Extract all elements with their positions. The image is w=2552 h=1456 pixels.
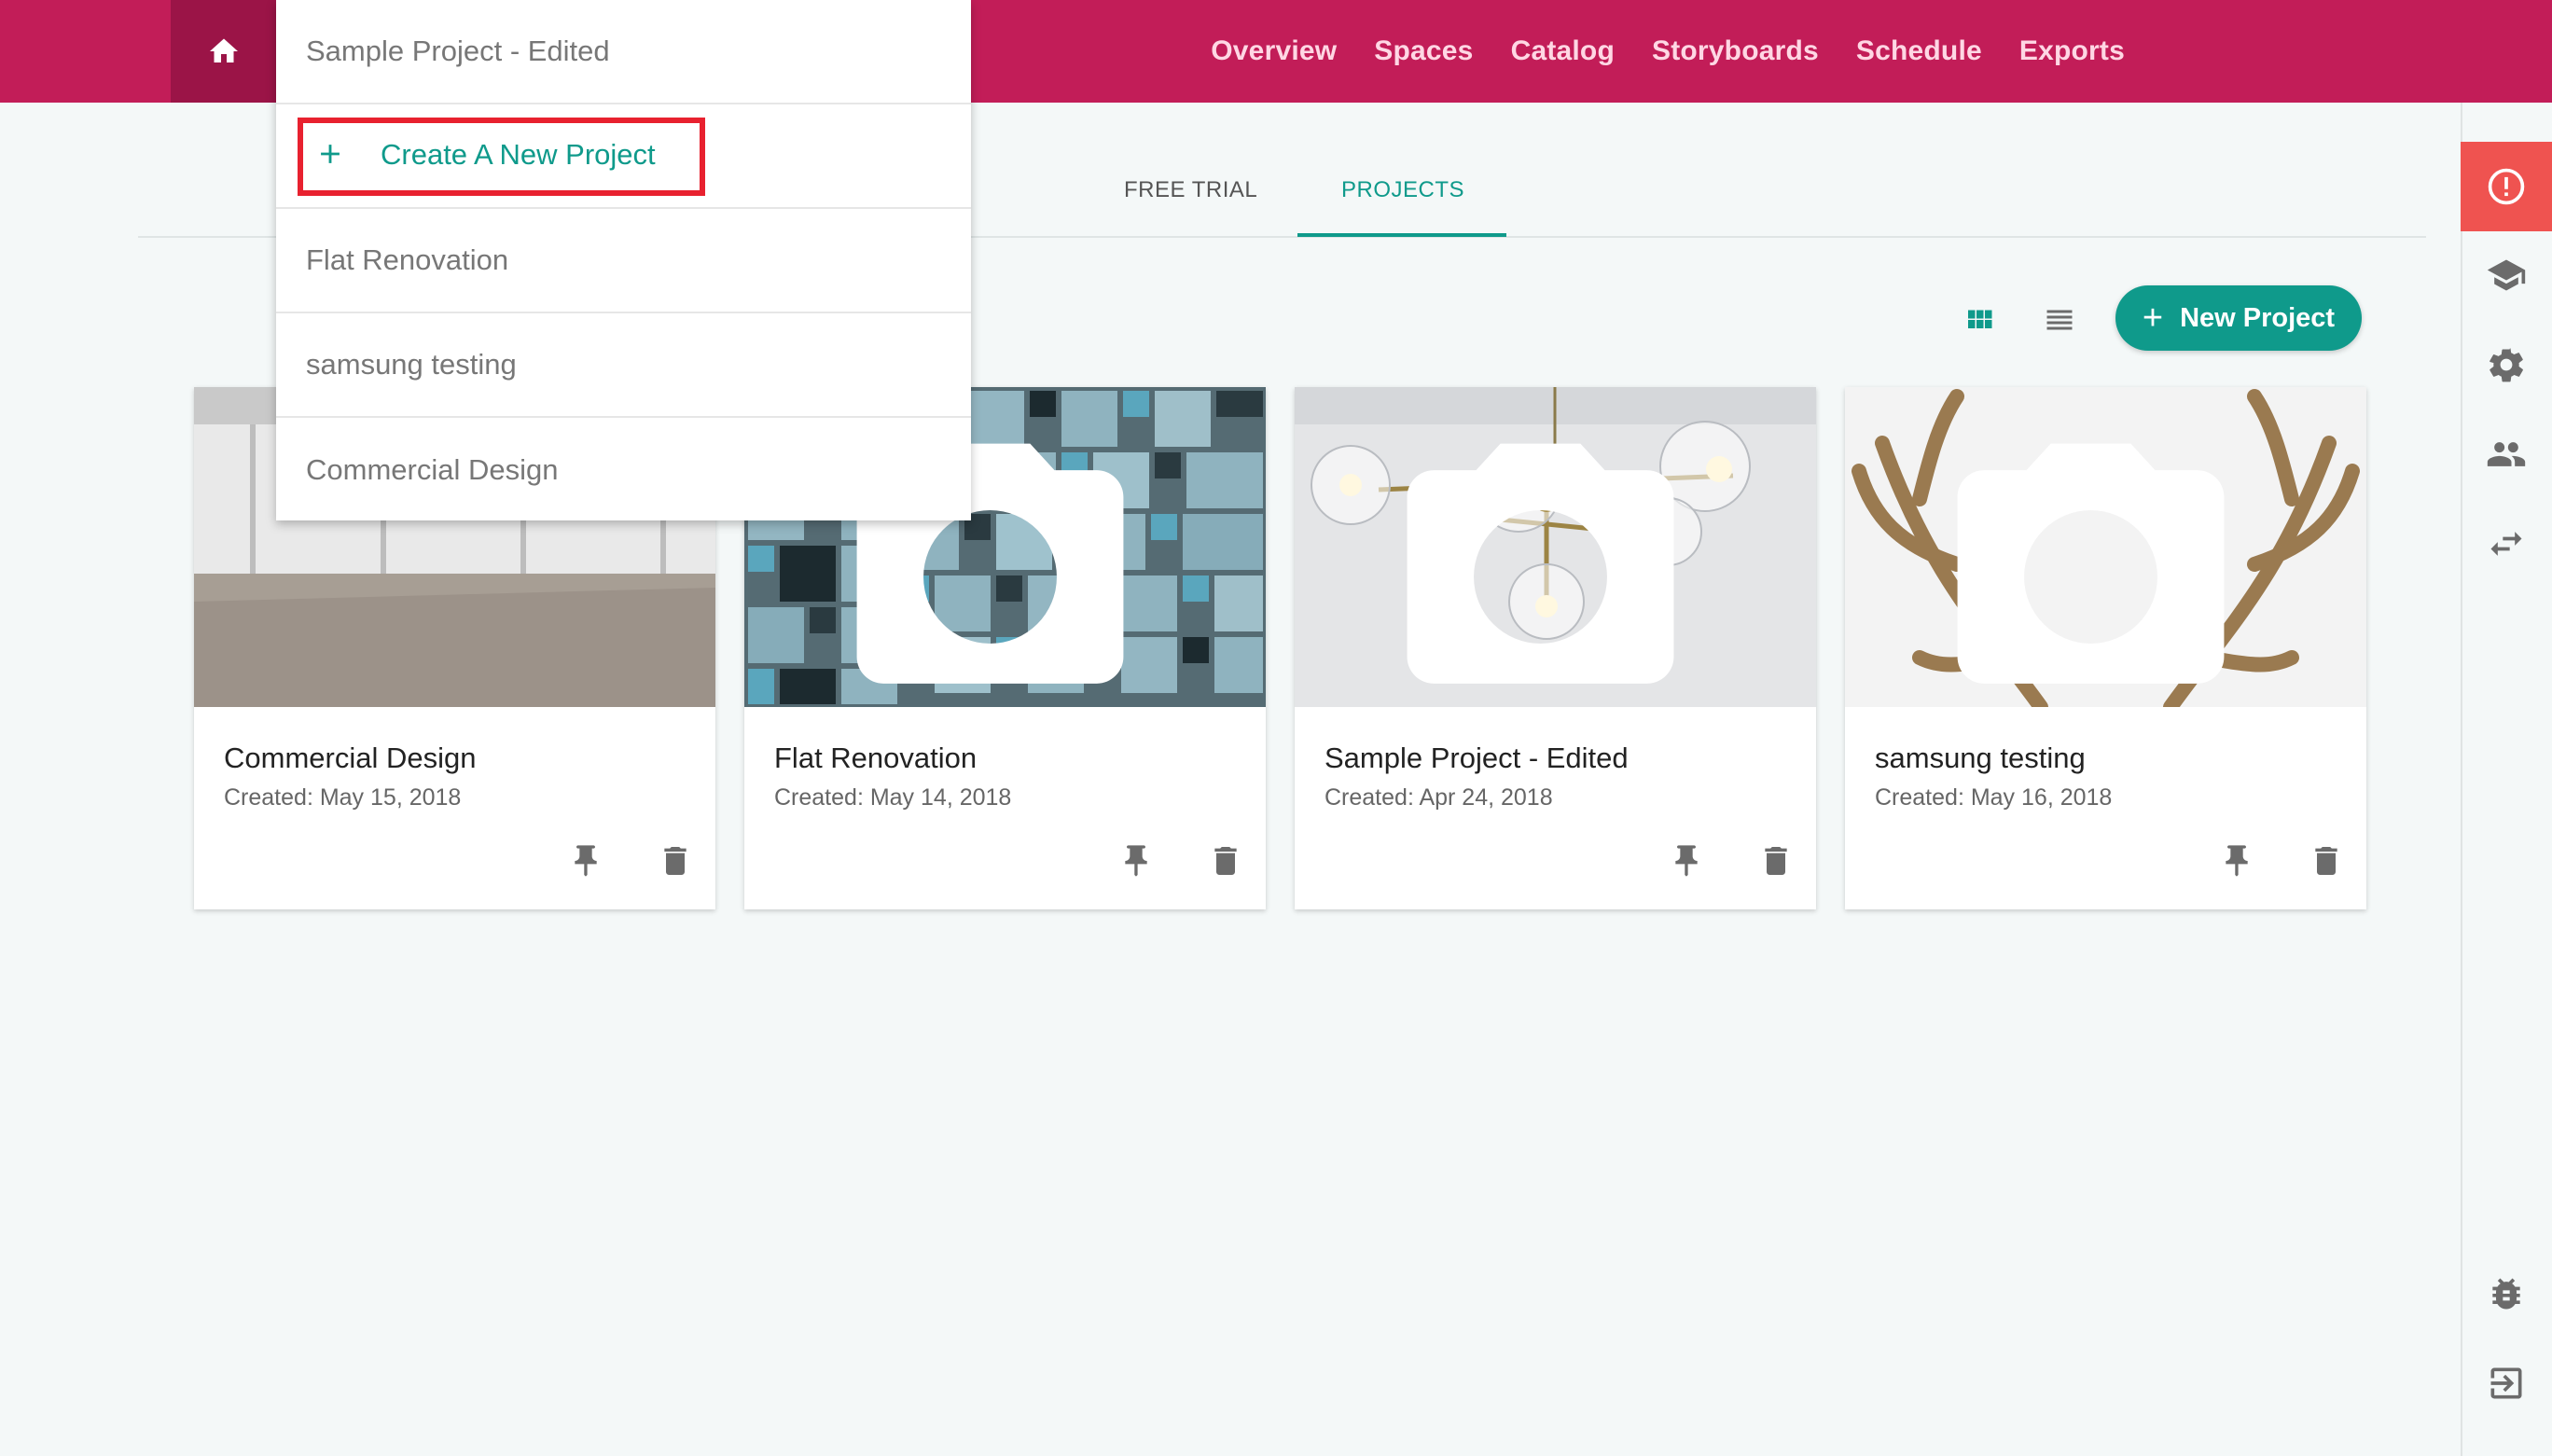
- plus-icon: +: [2142, 298, 2164, 338]
- tab-projects[interactable]: PROJECTS: [1341, 177, 1464, 203]
- pin-icon[interactable]: [1668, 842, 1705, 880]
- home-button[interactable]: [171, 0, 276, 103]
- project-card[interactable]: samsung testing Created: May 16, 2018: [1845, 387, 2366, 909]
- home-icon: [209, 38, 238, 62]
- dropdown-item-label: Commercial Design: [306, 453, 559, 486]
- card-title: Flat Renovation: [774, 742, 978, 774]
- camera-icon[interactable]: [1295, 417, 1801, 707]
- pin-icon[interactable]: [2218, 842, 2255, 880]
- main-nav: Overview Spaces Catalog Storyboards Sche…: [1173, 0, 2125, 103]
- report-bug-button[interactable]: [2481, 1269, 2531, 1319]
- nav-spaces[interactable]: Spaces: [1374, 35, 1473, 67]
- dropdown-current-project[interactable]: Sample Project - Edited: [276, 0, 971, 104]
- card-date: Created: May 15, 2018: [224, 784, 462, 811]
- tab-free-trial[interactable]: FREE TRIAL: [1124, 177, 1257, 203]
- new-project-button[interactable]: + New Project: [2115, 285, 2362, 351]
- bug-icon: [2492, 1278, 2520, 1310]
- current-project-label: Sample Project - Edited: [306, 35, 610, 67]
- card-title: Commercial Design: [224, 742, 477, 774]
- trash-icon[interactable]: [1757, 842, 1795, 880]
- nav-storyboards[interactable]: Storyboards: [1652, 35, 1819, 67]
- plus-icon: [321, 145, 340, 163]
- nav-overview[interactable]: Overview: [1211, 35, 1337, 67]
- antlers-photo: [1845, 387, 2366, 707]
- trash-icon[interactable]: [657, 842, 694, 880]
- swap-icon: [2490, 532, 2522, 556]
- camera-icon[interactable]: [1845, 417, 2351, 707]
- card-date: Created: May 14, 2018: [774, 784, 1012, 811]
- tutorials-button[interactable]: [2481, 250, 2531, 300]
- dropdown-item-label: samsung testing: [306, 348, 517, 381]
- alert-icon: [2488, 168, 2525, 205]
- pin-icon[interactable]: [1117, 842, 1155, 880]
- logout-icon: [2490, 1367, 2522, 1399]
- nav-exports[interactable]: Exports: [2019, 35, 2125, 67]
- people-icon: [2487, 442, 2526, 466]
- alert-button[interactable]: [2461, 142, 2552, 231]
- team-button[interactable]: [2481, 429, 2531, 479]
- nav-catalog[interactable]: Catalog: [1511, 35, 1615, 67]
- new-project-label: New Project: [2180, 302, 2336, 333]
- create-new-project-label: Create A New Project: [381, 138, 656, 171]
- pin-icon[interactable]: [567, 842, 604, 880]
- list-view-icon[interactable]: [2043, 303, 2076, 337]
- gear-icon: [2490, 348, 2523, 382]
- project-card[interactable]: Sample Project - Edited Created: Apr 24,…: [1295, 387, 1816, 909]
- dropdown-item-flat-renovation[interactable]: Flat Renovation: [276, 209, 971, 313]
- dropdown-item-commercial-design[interactable]: Commercial Design: [276, 418, 971, 522]
- card-date: Created: May 16, 2018: [1875, 784, 2113, 811]
- settings-button[interactable]: [2481, 340, 2531, 390]
- right-sidebar: [2461, 103, 2552, 1456]
- project-dropdown: Sample Project - Edited Flat Renovation …: [276, 0, 971, 520]
- card-title: Sample Project - Edited: [1325, 742, 1629, 774]
- card-date: Created: Apr 24, 2018: [1325, 784, 1553, 811]
- graduation-cap-icon: [2487, 259, 2526, 291]
- card-title: samsung testing: [1875, 742, 2086, 774]
- dropdown-item-samsung-testing[interactable]: samsung testing: [276, 313, 971, 418]
- logout-button[interactable]: [2481, 1358, 2531, 1408]
- grid-view-icon[interactable]: [1963, 303, 1996, 337]
- transfer-button[interactable]: [2481, 519, 2531, 569]
- active-tab-indicator: [1297, 233, 1506, 237]
- chandelier-photo: [1295, 387, 1816, 707]
- trash-icon[interactable]: [2308, 842, 2345, 880]
- nav-schedule[interactable]: Schedule: [1856, 35, 1982, 67]
- dropdown-item-label: Flat Renovation: [306, 243, 509, 276]
- trash-icon[interactable]: [1207, 842, 1244, 880]
